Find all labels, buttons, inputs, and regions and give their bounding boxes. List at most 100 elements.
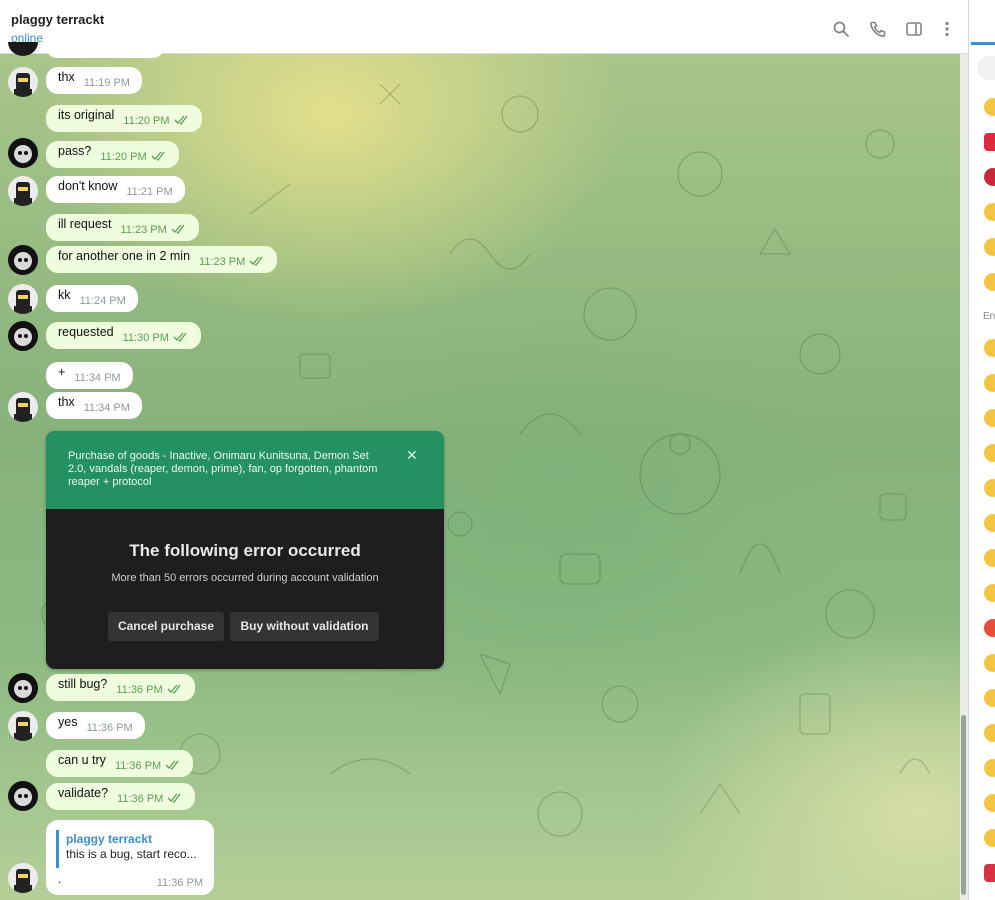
emoji-icon[interactable] [984, 444, 995, 462]
message-bubble[interactable]: pass? 11:20 PM [46, 141, 179, 168]
message-text: kk [58, 288, 71, 302]
avatar[interactable] [8, 321, 38, 351]
emoji-icon[interactable] [984, 273, 995, 291]
message-time: 11:36 PM [156, 877, 203, 889]
dialog-heading: The following error occurred [129, 541, 361, 560]
emoji-icon[interactable] [984, 724, 995, 742]
message-bubble[interactable]: still bug? 11:36 PM [46, 674, 195, 701]
emoji-icon[interactable] [984, 549, 995, 567]
message-time: 11:36 PM [117, 793, 164, 805]
quoted-message[interactable]: plaggy terrackt this is a bug, start rec… [56, 830, 206, 868]
avatar[interactable] [8, 392, 38, 422]
emoji-icon[interactable] [984, 98, 995, 116]
message-bubble[interactable]: don't know 11:21 PM [46, 176, 185, 203]
avatar[interactable] [8, 67, 38, 97]
emoji-icon[interactable] [984, 584, 995, 602]
message-time: 11:23 PM [120, 224, 167, 236]
phone-icon[interactable] [869, 20, 887, 38]
emoji-icon[interactable] [984, 864, 995, 882]
sidebar-toggle-icon[interactable] [905, 20, 923, 38]
emoji-icon[interactable] [984, 619, 995, 637]
message-text: validate? [58, 786, 109, 800]
double-check-icon [249, 256, 263, 266]
message-bubble-partial [46, 36, 164, 58]
message-bubble[interactable]: ill request 11:23 PM [46, 214, 199, 241]
message-time: 11:34 PM [83, 402, 130, 414]
message-bubble[interactable]: +11:34 PM [46, 362, 133, 389]
emoji-icon[interactable] [984, 759, 995, 777]
message-bubble[interactable]: validate? 11:36 PM [46, 783, 196, 810]
avatar[interactable] [8, 245, 38, 275]
emoji-panel: En [969, 0, 995, 900]
message-bubble[interactable]: thx 11:34 PM [46, 392, 142, 419]
emoji-icon[interactable] [984, 514, 995, 532]
emoji-icon[interactable] [984, 794, 995, 812]
avatar[interactable] [8, 176, 38, 206]
double-check-icon [165, 760, 179, 770]
message-text: thx [58, 70, 75, 84]
more-vertical-icon[interactable] [938, 20, 956, 38]
double-check-icon [151, 151, 165, 161]
message-text: requested [58, 325, 114, 339]
message-text: pass? [58, 144, 92, 158]
message-text: + [58, 365, 66, 379]
message-text: its original [58, 108, 115, 122]
message-text: still bug? [58, 677, 108, 691]
message-bubble[interactable]: requested 11:30 PM [46, 322, 201, 349]
message-text: . [58, 872, 62, 886]
emoji-section-label: En [983, 311, 995, 322]
avatar[interactable] [8, 138, 38, 168]
message-bubble[interactable]: can u try 11:36 PM [46, 750, 194, 777]
search-icon[interactable] [832, 20, 850, 38]
double-check-icon [167, 793, 181, 803]
quoted-author: plaggy terrackt [66, 832, 153, 846]
lips-emoji-icon[interactable] [984, 168, 995, 186]
dialog-title: Purchase of goods - Inactive, Onimaru Ku… [68, 450, 378, 488]
double-check-icon [167, 684, 181, 694]
chat-title[interactable]: plaggy terrackt [11, 12, 104, 27]
message-bubble[interactable]: thx 11:19 PM [46, 67, 142, 94]
cancel-purchase-button: Cancel purchase [108, 612, 224, 641]
dialog-message: More than 50 errors occurred during acco… [111, 572, 379, 584]
emoji-icon[interactable] [984, 409, 995, 427]
message-time: 11:36 PM [116, 684, 163, 696]
emoji-icon[interactable] [984, 203, 995, 221]
avatar[interactable] [8, 284, 38, 314]
avatar[interactable] [8, 673, 38, 703]
emoji-icon[interactable] [984, 829, 995, 847]
emoji-icon[interactable] [984, 479, 995, 497]
emoji-icon[interactable] [984, 689, 995, 707]
message-time: 11:20 PM [100, 151, 147, 163]
emoji-icon[interactable] [984, 339, 995, 357]
double-check-icon [173, 332, 187, 342]
emoji-icon[interactable] [984, 654, 995, 672]
double-check-icon [174, 115, 188, 125]
message-time: 11:36 PM [86, 722, 133, 734]
avatar[interactable] [8, 863, 38, 893]
message-time: 11:34 PM [74, 372, 121, 384]
message-time: 11:30 PM [122, 332, 169, 344]
error-dialog-image[interactable]: Purchase of goods - Inactive, Onimaru Ku… [46, 431, 444, 669]
avatar[interactable] [8, 711, 38, 741]
message-text: yes [58, 715, 78, 729]
emoji-icon[interactable] [984, 374, 995, 392]
message-text: can u try [58, 753, 106, 767]
message-bubble[interactable]: for another one in 2 min 11:23 PM [46, 246, 278, 273]
scrollbar-thumb[interactable] [961, 715, 966, 895]
message-text: don't know [58, 179, 118, 193]
reply-message-bubble[interactable]: plaggy terrackt this is a bug, start rec… [46, 820, 214, 895]
buy-without-validation-button: Buy without validation [230, 612, 379, 641]
dialog-header: Purchase of goods - Inactive, Onimaru Ku… [46, 431, 444, 509]
emoji-search-input[interactable] [977, 56, 995, 80]
avatar[interactable] [8, 781, 38, 811]
message-bubble[interactable]: its original 11:20 PM [46, 105, 202, 132]
double-check-icon [171, 224, 185, 234]
message-time: 11:19 PM [83, 77, 130, 89]
message-text: ill request [58, 217, 112, 231]
emoji-icon[interactable] [984, 238, 995, 256]
heart-emoji-icon[interactable] [984, 133, 995, 151]
message-bubble[interactable]: kk 11:24 PM [46, 285, 138, 312]
close-icon: ✕ [406, 447, 418, 463]
message-bubble[interactable]: yes 11:36 PM [46, 712, 145, 739]
message-time: 11:36 PM [114, 760, 162, 772]
